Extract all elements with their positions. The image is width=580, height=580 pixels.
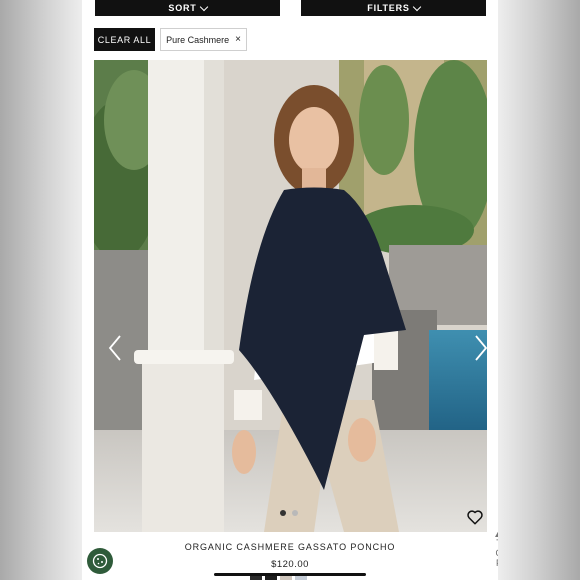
back-to-top-letter: O <box>494 548 498 558</box>
color-swatch[interactable] <box>295 576 307 580</box>
chevron-down-icon <box>412 2 421 11</box>
back-to-top-letter: T <box>494 538 498 548</box>
color-swatch[interactable] <box>265 576 277 580</box>
product-image[interactable] <box>94 60 487 532</box>
filter-chip-pure-cashmere[interactable]: Pure Cashmere × <box>160 28 247 51</box>
back-to-top-letter: P <box>494 558 498 568</box>
carousel-dot-2[interactable] <box>292 510 298 516</box>
product-price: $120.00 <box>271 559 309 570</box>
remove-filter-icon[interactable]: × <box>235 34 241 45</box>
cookie-settings-button[interactable] <box>87 548 113 574</box>
carousel-dot-1[interactable] <box>280 510 286 516</box>
product-photo-illustration <box>94 60 487 532</box>
filters-button[interactable]: FILTERS <box>301 0 486 16</box>
sort-label: SORT <box>168 3 197 13</box>
triangle-up-icon <box>495 530 498 537</box>
product-name[interactable]: ORGANIC CASHMERE GASSATO PONCHO <box>82 542 498 552</box>
filter-chip-label: Pure Cashmere <box>166 34 230 45</box>
chevron-left-icon[interactable] <box>108 334 122 362</box>
heart-icon[interactable] <box>466 508 484 526</box>
chevron-down-icon <box>199 2 208 11</box>
cookie-icon <box>92 553 108 569</box>
product-listing-page: SORT FILTERS CLEAR ALL Pure Cashmere × O… <box>82 0 498 580</box>
back-to-top-button[interactable]: T O P <box>494 530 498 576</box>
chevron-right-icon[interactable] <box>474 334 487 362</box>
color-swatch[interactable] <box>280 576 292 580</box>
sort-button[interactable]: SORT <box>95 0 280 16</box>
clear-all-button[interactable]: CLEAR ALL <box>94 28 155 51</box>
color-swatch[interactable] <box>250 576 262 580</box>
filters-label: FILTERS <box>367 3 410 13</box>
color-swatches <box>250 576 307 580</box>
